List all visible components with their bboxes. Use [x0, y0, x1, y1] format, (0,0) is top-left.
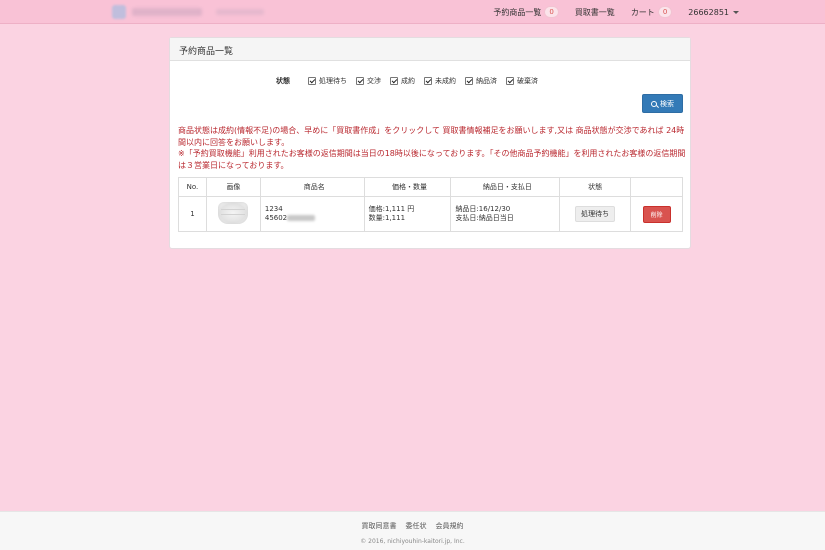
product-name: 1234 [264, 205, 283, 213]
search-button[interactable]: 検索 [642, 94, 683, 113]
reserved-items-table: No. 画像 商品名 価格・数量 納品日・支払日 状態 1 1234 45602 [178, 177, 683, 232]
col-image: 画像 [205, 177, 261, 197]
search-button-label: 検索 [660, 99, 674, 108]
nav-cart[interactable]: カート 0 [623, 6, 680, 18]
user-id: 26662851 [688, 7, 729, 17]
filter-discarded[interactable]: 破棄済 [506, 76, 538, 86]
filter-negotiation-label: 交渉 [367, 77, 381, 85]
filter-label: 状態 [276, 77, 290, 85]
nav-reserved-items[interactable]: 予約商品一覧 0 [485, 6, 566, 18]
actions-cell: 削除 [630, 196, 683, 232]
reserved-items-panel: 予約商品一覧 状態 処理待ち 交渉 成約 未成約 納品済 破棄済 検索 商品状態… [169, 37, 691, 249]
checkbox-checked-icon[interactable] [424, 77, 432, 85]
status-badge: 処理待ち [575, 206, 616, 222]
filter-negotiation[interactable]: 交渉 [356, 76, 381, 86]
footer: 買取同意書 委任状 会員規約 © 2016, nichiyouhin-kaito… [0, 511, 825, 550]
nav-reserved-items-label: 予約商品一覧 [493, 7, 542, 17]
filter-contracted[interactable]: 成約 [390, 76, 415, 86]
cart-count-badge: 0 [657, 6, 673, 18]
filter-pending-label: 処理待ち [319, 77, 347, 85]
footer-link-terms[interactable]: 会員規約 [436, 521, 464, 531]
checkbox-checked-icon[interactable] [465, 77, 473, 85]
footer-links: 買取同意書 委任状 会員規約 [0, 521, 825, 531]
nav-purchase-documents[interactable]: 買取書一覧 [567, 7, 623, 18]
checkbox-checked-icon[interactable] [356, 77, 364, 85]
nav-purchase-documents-label: 買取書一覧 [574, 7, 615, 17]
brand-name-blurred [132, 8, 202, 16]
brand-subtitle-blurred [216, 9, 264, 15]
table-header-row: No. 画像 商品名 価格・数量 納品日・支払日 状態 [178, 177, 683, 197]
price-value: 価格:1,111 円 [368, 205, 415, 213]
brand-logo-area[interactable] [112, 3, 282, 21]
col-price-qty: 価格・数量 [363, 177, 452, 197]
notice-text: 商品状態は成約(情報不足)の場合、早めに「買取書作成」をクリックして 買取書情報… [178, 125, 688, 171]
checkbox-checked-icon[interactable] [308, 77, 316, 85]
col-dates: 納品日・支払日 [450, 177, 561, 197]
product-jan: 45602 [264, 214, 288, 222]
filter-delivered-label: 納品済 [476, 77, 497, 85]
table-row: 1 1234 45602 価格:1,111 円 数量:1,111 納品日:16/… [178, 196, 683, 232]
delivery-date: 納品日:16/12/30 [455, 205, 511, 213]
reserved-count-badge: 0 [544, 6, 559, 18]
redacted-jan-digits [287, 215, 316, 221]
checkbox-checked-icon[interactable] [390, 77, 398, 85]
top-navbar: 予約商品一覧 0 買取書一覧 カート 0 26662851 [0, 0, 825, 24]
panel-title: 予約商品一覧 [170, 38, 690, 61]
logo-icon [112, 5, 126, 19]
filter-pending[interactable]: 処理待ち [308, 76, 347, 86]
product-image-cell [205, 196, 261, 232]
col-actions [630, 177, 683, 197]
delete-button[interactable]: 削除 [642, 205, 671, 223]
col-no: No. [178, 177, 207, 197]
col-status: 状態 [559, 177, 632, 197]
filter-discarded-label: 破棄済 [517, 77, 538, 85]
status-cell: 処理待ち [559, 196, 632, 232]
status-filters: 状態 処理待ち 交渉 成約 未成約 納品済 破棄済 [276, 75, 547, 87]
product-name-cell: 1234 45602 [259, 196, 365, 232]
payment-date: 支払日:納品日当日 [455, 214, 514, 222]
footer-link-agreement[interactable]: 買取同意書 [362, 521, 397, 531]
copyright: © 2016, nichiyouhin-kaitori.jp, Inc. [360, 538, 465, 545]
row-number: 1 [178, 196, 207, 232]
notice-line-1: 商品状態は成約(情報不足)の場合、早めに「買取書作成」をクリックして 買取書情報… [178, 126, 685, 147]
notice-line-2: ※「予約買取機能」利用されたお客様の返信期間は当日の18時以後になっております。… [178, 149, 686, 170]
mask-product-image[interactable] [218, 202, 249, 224]
filter-contracted-label: 成約 [401, 77, 415, 85]
price-qty-cell: 価格:1,111 円 数量:1,111 [363, 196, 452, 232]
filter-not-contracted[interactable]: 未成約 [424, 76, 456, 86]
checkbox-checked-icon[interactable] [506, 77, 514, 85]
product-jan-line: 45602 [265, 214, 364, 223]
search-icon [651, 100, 657, 107]
filter-not-contracted-label: 未成約 [435, 77, 456, 85]
caret-down-icon [733, 10, 739, 14]
quantity-value: 数量:1,111 [368, 214, 406, 222]
footer-link-power-of-attorney[interactable]: 委任状 [406, 521, 427, 531]
nav-cart-label: カート [630, 7, 655, 17]
dates-cell: 納品日:16/12/30 支払日:納品日当日 [450, 196, 561, 232]
user-menu-dropdown[interactable]: 26662851 [680, 8, 747, 17]
navbar-right: 予約商品一覧 0 買取書一覧 カート 0 26662851 [485, 0, 747, 24]
filter-delivered[interactable]: 納品済 [465, 76, 497, 86]
col-product-name: 商品名 [259, 177, 365, 197]
